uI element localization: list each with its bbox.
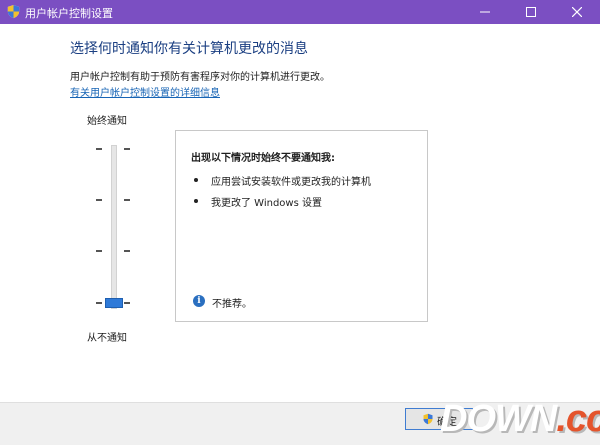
recommendation-text: 不推荐。 bbox=[212, 299, 252, 310]
watermark-dot: . bbox=[556, 398, 567, 440]
maximize-button[interactable] bbox=[508, 0, 554, 24]
panel-heading: 出现以下情况时始终不要通知我: bbox=[191, 153, 335, 164]
site-watermark: DOWN.cc bbox=[440, 398, 600, 445]
uac-shield-icon bbox=[423, 413, 433, 425]
minimize-button[interactable] bbox=[462, 0, 508, 24]
watermark-suffix: cc bbox=[565, 398, 600, 440]
slider-tick bbox=[124, 302, 130, 304]
page-heading: 选择何时通知你有关计算机更改的消息 bbox=[70, 41, 308, 57]
maximize-icon bbox=[526, 7, 536, 17]
slider-tick bbox=[96, 250, 102, 252]
slider-bottom-label: 从不通知 bbox=[87, 333, 127, 344]
watermark-main: DOWN bbox=[440, 398, 557, 440]
uac-shield-icon bbox=[7, 4, 20, 19]
level-description-panel: 出现以下情况时始终不要通知我: 应用尝试安装软件或更改我的计算机 我更改了 Wi… bbox=[175, 130, 428, 322]
slider-tick bbox=[124, 199, 130, 201]
title-bar: 用户帐户控制设置 bbox=[0, 0, 600, 24]
bullet-icon bbox=[194, 199, 198, 203]
close-button[interactable] bbox=[554, 0, 600, 24]
bullet-item: 应用尝试安装软件或更改我的计算机 bbox=[211, 177, 371, 188]
description-text: 用户帐户控制有助于预防有害程序对你的计算机进行更改。 bbox=[70, 72, 330, 83]
slider-track[interactable] bbox=[111, 145, 117, 309]
minimize-icon bbox=[480, 11, 490, 13]
bullet-icon bbox=[194, 178, 198, 182]
bullet-item: 我更改了 Windows 设置 bbox=[211, 198, 322, 209]
slider-tick bbox=[96, 148, 102, 150]
window-title: 用户帐户控制设置 bbox=[25, 7, 113, 20]
slider-tick bbox=[96, 302, 102, 304]
slider-thumb[interactable] bbox=[105, 298, 123, 308]
close-icon bbox=[572, 7, 582, 17]
details-link[interactable]: 有关用户帐户控制设置的详细信息 bbox=[70, 84, 220, 99]
slider-tick bbox=[124, 250, 130, 252]
slider-top-label: 始终通知 bbox=[87, 116, 127, 127]
slider-tick bbox=[124, 148, 130, 150]
slider-tick bbox=[96, 199, 102, 201]
info-icon: i bbox=[193, 295, 205, 307]
